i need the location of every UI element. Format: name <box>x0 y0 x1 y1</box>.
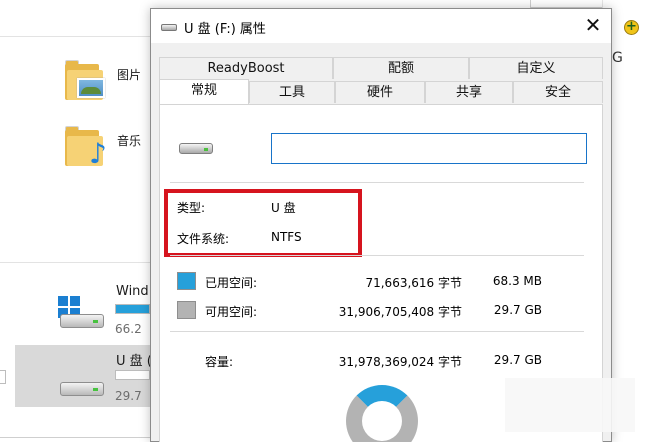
used-space-size: 68.3 MB <box>492 274 542 288</box>
system-drive-usage-bar <box>115 304 150 314</box>
used-space-swatch <box>177 272 196 290</box>
close-button[interactable]: ✕ <box>575 11 611 41</box>
system-drive-label[interactable]: Wind <box>116 284 149 299</box>
separator <box>170 255 584 256</box>
pictures-folder-icon[interactable] <box>65 60 107 102</box>
capacity-size: 29.7 GB <box>493 353 542 367</box>
music-folder-icon[interactable]: ♪ <box>65 126 107 168</box>
usb-drive-title-icon <box>161 22 177 31</box>
tab-tools[interactable]: 工具 <box>249 81 335 103</box>
photo-icon <box>77 78 105 98</box>
explorer-bottom-line <box>0 437 150 438</box>
tab-sharing[interactable]: 共享 <box>425 81 513 103</box>
music-folder-label[interactable]: 音乐 <box>117 132 141 149</box>
used-space-label: 已用空间: <box>205 276 258 290</box>
system-drive-icon[interactable] <box>60 310 104 328</box>
explorer-section-divider <box>0 262 150 263</box>
usb-drive-usage-bar <box>115 370 150 380</box>
usb-drive-size: 29.7 <box>115 389 142 403</box>
tab-quota[interactable]: 配额 <box>333 57 469 79</box>
capacity-label: 容量: <box>205 355 234 369</box>
separator <box>170 331 584 332</box>
usb-drive-label[interactable]: U 盘 ( <box>116 350 152 369</box>
usb-drive-icon[interactable] <box>60 378 104 396</box>
explorer-pane-letter: G <box>612 50 623 66</box>
system-drive-size: 66.2 <box>115 322 142 336</box>
free-space-label: 可用空间: <box>205 305 258 319</box>
disk-usage-donut-chart <box>346 385 418 442</box>
separator <box>170 182 584 183</box>
free-space-bytes: 31,906,705,408 字节 <box>338 305 462 319</box>
explorer-search-box-edge[interactable] <box>530 0 610 8</box>
explorer-divider <box>0 36 150 37</box>
drive-properties-dialog: U 盘 (F:) 属性 ✕ ReadyBoost 配额 自定义 常规 工具 硬件… <box>150 8 612 442</box>
tab-readyboost[interactable]: ReadyBoost <box>159 57 333 79</box>
volume-name-input[interactable] <box>271 133 587 164</box>
pictures-folder-label[interactable]: 图片 <box>117 66 141 83</box>
usb-drive-icon-large <box>179 141 213 155</box>
explorer-scrollbar-edge[interactable] <box>0 370 6 384</box>
tab-general[interactable]: 常规 <box>159 79 249 104</box>
free-space-size: 29.7 GB <box>493 303 542 317</box>
tab-customize[interactable]: 自定义 <box>469 57 603 79</box>
dialog-title: U 盘 (F:) 属性 <box>184 22 266 37</box>
tab-security[interactable]: 安全 <box>513 81 603 103</box>
red-highlight-box <box>164 189 362 257</box>
tab-hardware[interactable]: 硬件 <box>335 81 425 103</box>
dialog-titlebar[interactable]: U 盘 (F:) 属性 ✕ <box>151 9 611 43</box>
free-space-swatch <box>177 301 196 319</box>
add-icon[interactable]: + <box>624 20 639 35</box>
music-note-icon: ♪ <box>89 137 107 170</box>
watermark-overlay <box>505 378 635 432</box>
used-space-bytes: 71,663,616 字节 <box>365 276 462 290</box>
capacity-bytes: 31,978,369,024 字节 <box>338 355 462 369</box>
